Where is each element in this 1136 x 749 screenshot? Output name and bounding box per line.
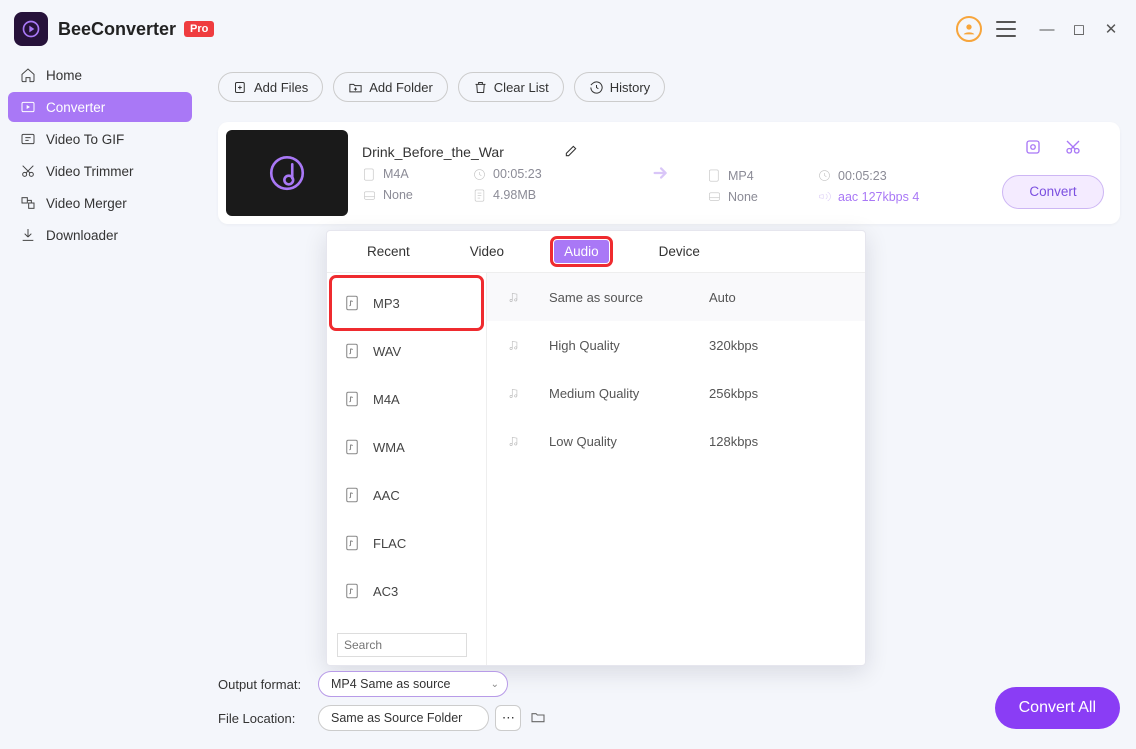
close-button[interactable]: ✕ (1100, 20, 1122, 38)
quality-medium[interactable]: Medium Quality256kbps (487, 369, 865, 417)
button-label: Clear List (494, 80, 549, 95)
tab-device[interactable]: Device (649, 240, 710, 263)
quality-label: Same as source (549, 290, 709, 305)
src-subtitle: None (383, 188, 413, 202)
button-label: History (610, 80, 650, 95)
clear-list-button[interactable]: Clear List (458, 72, 564, 102)
popup-tabs: Recent Video Audio Device (327, 231, 865, 273)
output-format-label: Output format: (218, 677, 318, 692)
app-title: BeeConverter (58, 19, 176, 40)
format-aac[interactable]: AAC (333, 471, 480, 519)
quality-low[interactable]: Low Quality128kbps (487, 417, 865, 465)
sidebar-item-label: Video Trimmer (46, 164, 134, 179)
arrow-icon (617, 162, 707, 184)
quality-list: Same as sourceAuto High Quality320kbps M… (487, 273, 865, 665)
file-location-field[interactable]: Same as Source Folder (318, 705, 489, 731)
cut-icon[interactable] (1064, 138, 1082, 161)
menu-button[interactable] (996, 21, 1016, 37)
format-flac[interactable]: FLAC (333, 519, 480, 567)
src-size: 4.98MB (493, 188, 536, 202)
sidebar-item-converter[interactable]: Converter (8, 92, 192, 122)
out-format: MP4 (728, 169, 754, 183)
tab-audio[interactable]: Audio (554, 240, 609, 263)
format-popup: Recent Video Audio Device MP3 WAV M4A WM… (326, 230, 866, 666)
format-label: M4A (373, 392, 400, 407)
sidebar-item-video-merger[interactable]: Video Merger (8, 188, 192, 218)
out-duration: 00:05:23 (838, 169, 887, 183)
output-format-dropdown[interactable]: MP4 Same as source ⌄ (318, 671, 508, 697)
out-audio[interactable]: aac 127kbps 4 (838, 190, 919, 204)
quality-label: High Quality (549, 338, 709, 353)
convert-all-button[interactable]: Convert All (995, 687, 1120, 729)
quality-rate: 128kbps (709, 434, 758, 449)
format-label: AAC (373, 488, 400, 503)
dropdown-value: MP4 Same as source (331, 677, 451, 691)
open-folder-icon[interactable] (529, 709, 547, 728)
sidebar-item-downloader[interactable]: Downloader (8, 220, 192, 250)
format-wav[interactable]: WAV (333, 327, 480, 375)
add-files-button[interactable]: Add Files (218, 72, 323, 102)
maximize-button[interactable]: ◻ (1068, 20, 1090, 38)
app-logo (14, 12, 48, 46)
quality-rate: 256kbps (709, 386, 758, 401)
format-label: FLAC (373, 536, 406, 551)
format-m4a[interactable]: M4A (333, 375, 480, 423)
file-card: Drink_Before_the_War M4A 00:05:23 None 4… (218, 122, 1120, 224)
format-label: WMA (373, 440, 405, 455)
edit-title-icon[interactable] (564, 144, 578, 161)
file-location-label: File Location: (218, 711, 318, 726)
toolbar: Add Files Add Folder Clear List History (218, 72, 1120, 102)
sidebar-item-label: Home (46, 68, 82, 83)
settings-icon[interactable] (1024, 138, 1042, 161)
format-mp3[interactable]: MP3 (333, 279, 480, 327)
account-button[interactable] (956, 16, 982, 42)
history-button[interactable]: History (574, 72, 665, 102)
file-title: Drink_Before_the_War (362, 144, 504, 160)
footer: Output format: MP4 Same as source ⌄ File … (218, 669, 1120, 737)
quality-label: Medium Quality (549, 386, 709, 401)
browse-button[interactable]: ⋯ (495, 705, 521, 731)
sidebar-item-label: Video To GIF (46, 132, 124, 147)
chevron-down-icon: ⌄ (491, 679, 499, 690)
field-value: Same as Source Folder (331, 711, 462, 725)
sidebar-item-label: Converter (46, 100, 105, 115)
quality-label: Low Quality (549, 434, 709, 449)
quality-same-as-source[interactable]: Same as sourceAuto (487, 273, 865, 321)
sidebar-item-video-to-gif[interactable]: Video To GIF (8, 124, 192, 154)
format-label: WAV (373, 344, 401, 359)
sidebar-item-video-trimmer[interactable]: Video Trimmer (8, 156, 192, 186)
format-wma[interactable]: WMA (333, 423, 480, 471)
format-list[interactable]: MP3 WAV M4A WMA AAC FLAC AC3 (327, 273, 487, 665)
src-duration: 00:05:23 (493, 167, 542, 181)
format-search-input[interactable] (337, 633, 467, 657)
source-info: Drink_Before_the_War M4A 00:05:23 None 4… (362, 144, 617, 203)
sidebar-item-label: Downloader (46, 228, 118, 243)
sidebar: Home Converter Video To GIF Video Trimme… (0, 58, 200, 254)
convert-button[interactable]: Convert (1002, 175, 1104, 209)
card-actions: Convert (1002, 138, 1104, 209)
minimize-button[interactable]: — (1036, 21, 1058, 38)
sidebar-item-label: Video Merger (46, 196, 127, 211)
titlebar: BeeConverter Pro — ◻ ✕ (0, 0, 1136, 58)
quality-rate: 320kbps (709, 338, 758, 353)
format-label: AC3 (373, 584, 398, 599)
tab-recent[interactable]: Recent (357, 240, 420, 263)
src-format: M4A (383, 167, 409, 181)
button-label: Add Files (254, 80, 308, 95)
format-label: MP3 (373, 296, 400, 311)
pro-badge: Pro (184, 21, 214, 37)
quality-high[interactable]: High Quality320kbps (487, 321, 865, 369)
quality-rate: Auto (709, 290, 736, 305)
out-subtitle: None (728, 190, 758, 204)
sidebar-item-home[interactable]: Home (8, 60, 192, 90)
output-info: MP4 00:05:23 None aac 127kbps 4 (707, 142, 947, 204)
add-folder-button[interactable]: Add Folder (333, 72, 448, 102)
tab-video[interactable]: Video (460, 240, 514, 263)
thumbnail (226, 130, 348, 216)
button-label: Add Folder (369, 80, 433, 95)
format-ac3[interactable]: AC3 (333, 567, 480, 615)
